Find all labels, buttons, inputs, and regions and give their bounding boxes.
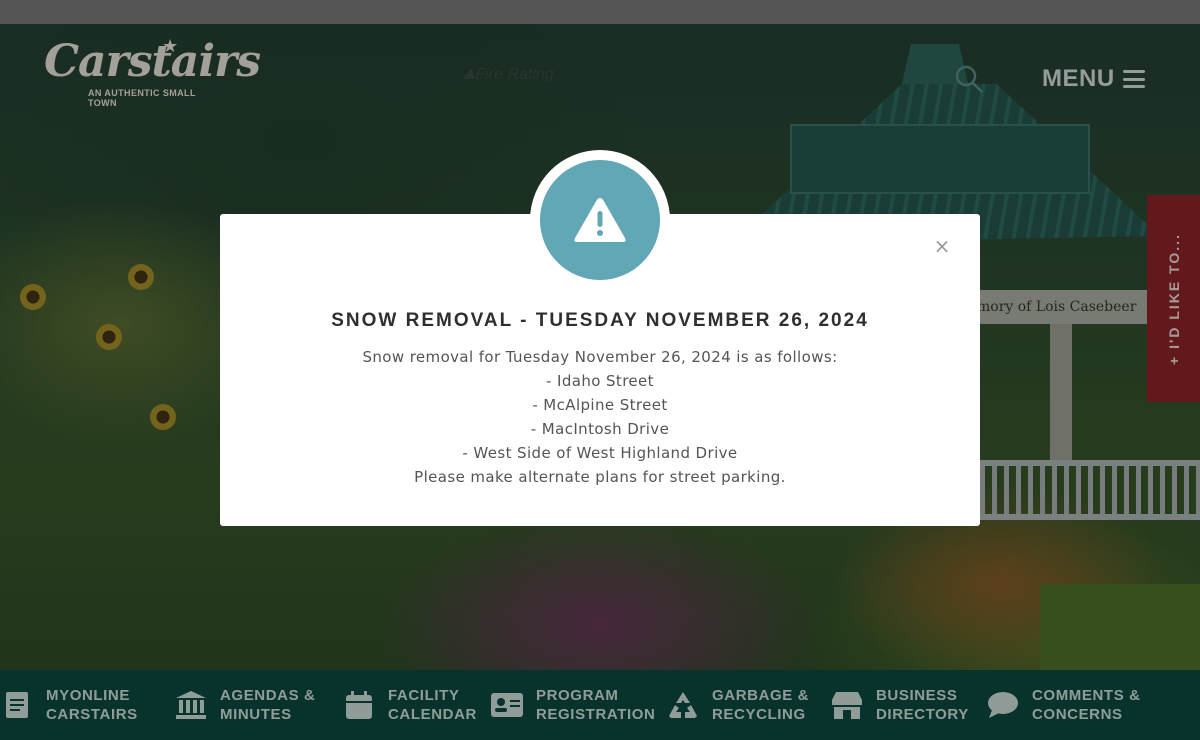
close-button[interactable]: × — [930, 234, 954, 258]
modal-list-item: - West Side of West Highland Drive — [462, 444, 738, 462]
modal-list-item: - MacIntosh Drive — [530, 420, 670, 438]
modal-title: SNOW REMOVAL - TUESDAY NOVEMBER 26, 2024 — [331, 310, 869, 331]
modal-body: Snow removal for Tuesday November 26, 20… — [220, 345, 980, 489]
modal-footer-note: Please make alternate plans for street p… — [414, 468, 786, 486]
modal-list-item: - Idaho Street — [546, 372, 654, 390]
alert-icon-ring — [530, 150, 670, 290]
modal-list-item: - McAlpine Street — [532, 396, 668, 414]
alert-icon-circle — [540, 160, 660, 280]
modal-intro: Snow removal for Tuesday November 26, 20… — [362, 348, 838, 366]
warning-icon — [574, 198, 626, 242]
